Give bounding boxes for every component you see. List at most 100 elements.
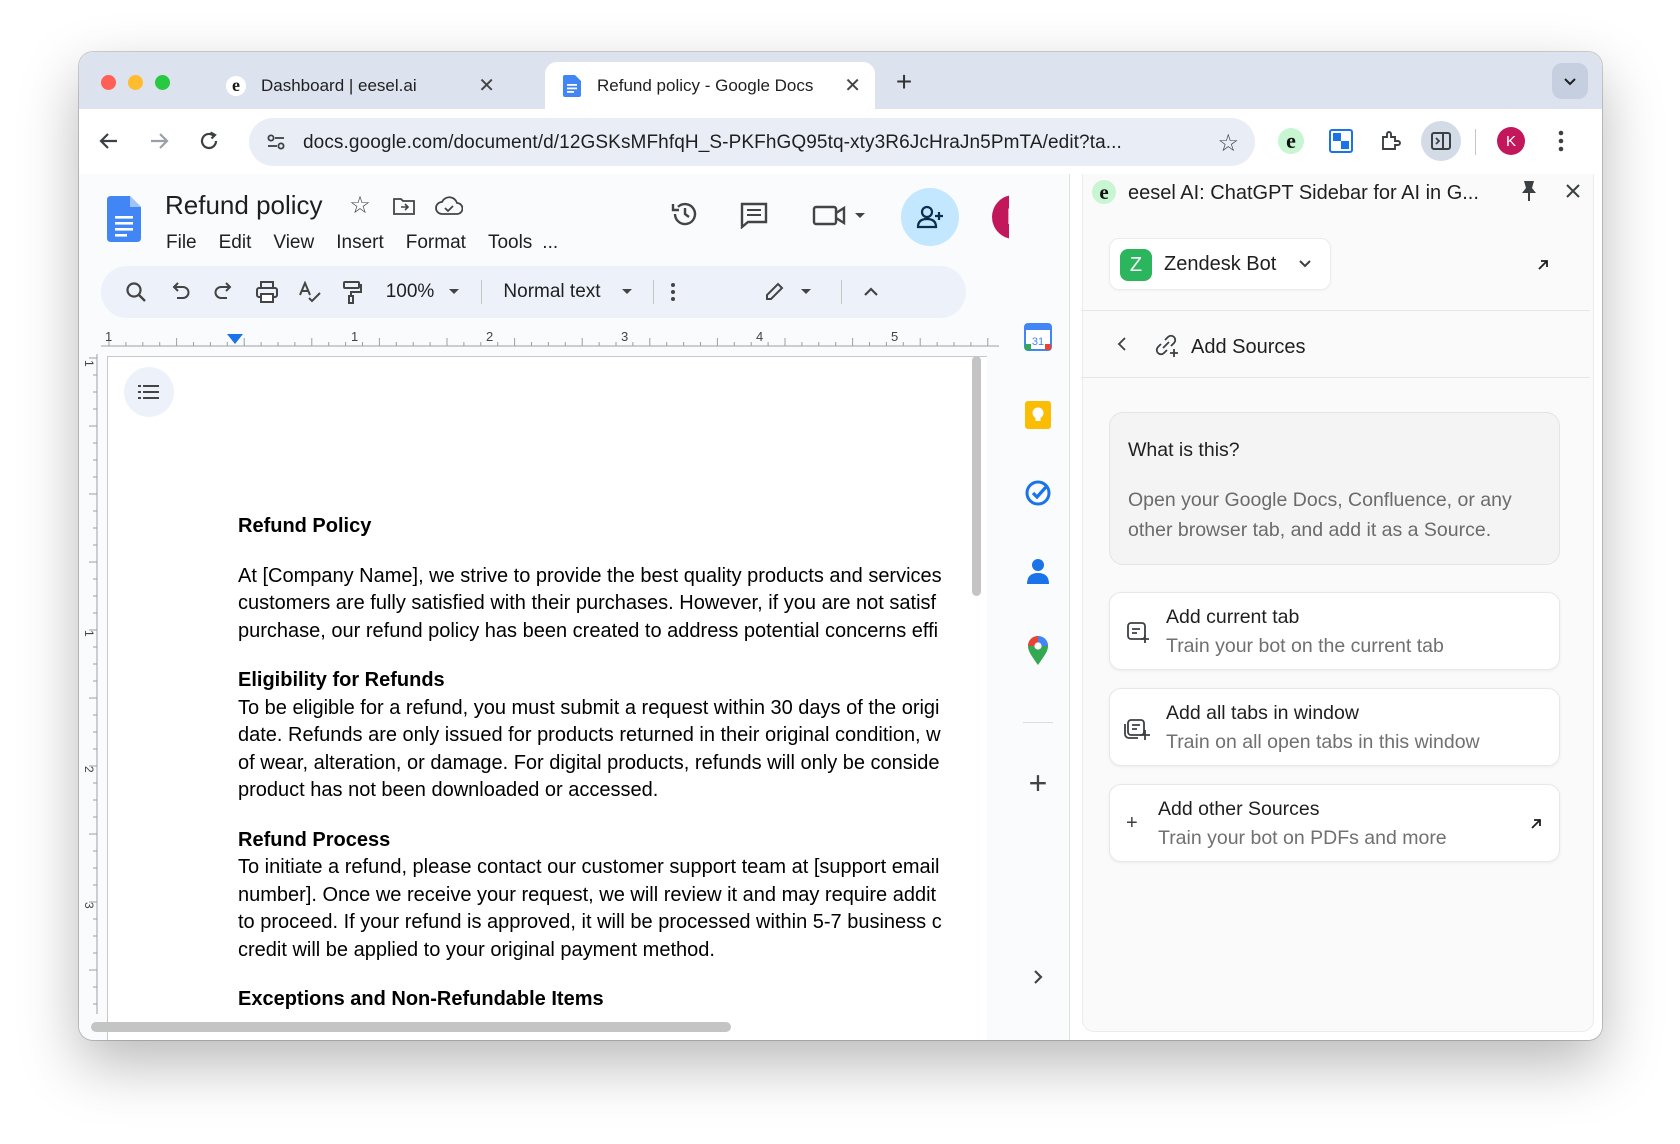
panel-divider [1081, 377, 1590, 378]
tab-refund-policy[interactable]: Refund policy - Google Docs ✕ [545, 62, 875, 109]
new-tab-button[interactable]: + [887, 66, 921, 100]
puzzle-extensions-icon[interactable] [1371, 121, 1411, 161]
menu-file[interactable]: File [166, 232, 197, 254]
document-body[interactable]: Refund Policy At [Company Name], we stri… [238, 513, 988, 1036]
eesel-extension-icon[interactable]: e [1271, 121, 1311, 161]
add-all-tabs-button[interactable]: Add all tabs in window Train on all open… [1109, 688, 1560, 766]
tab-strip: e Dashboard | eesel.ai ✕ Refund policy -… [79, 52, 1602, 109]
search-icon[interactable] [123, 279, 149, 305]
zoom-select[interactable]: 100% [379, 279, 467, 305]
doc-line: To initiate a refund, please contact our… [238, 856, 940, 878]
svg-text:e: e [1099, 180, 1108, 204]
tab-search-button[interactable] [1552, 63, 1588, 99]
dropdown-arrow-icon [449, 289, 460, 294]
toolbar-divider [653, 280, 654, 304]
close-side-panel-icon[interactable] [1564, 182, 1584, 202]
print-icon[interactable] [253, 279, 281, 305]
tab-add-icon [1126, 620, 1150, 644]
arrow-left-icon [99, 133, 117, 149]
side-panel-button[interactable] [1421, 121, 1461, 161]
site-info-icon[interactable] [265, 131, 287, 158]
meet-button[interactable] [811, 198, 873, 232]
ruler-label: 3 [621, 329, 628, 344]
get-add-ons-plus-icon[interactable]: + [1023, 765, 1053, 801]
back-chevron-icon[interactable] [1115, 336, 1135, 356]
add-other-sources-button[interactable]: + Add other Sources Train your bot on PD… [1109, 784, 1560, 862]
redo-icon[interactable] [211, 279, 237, 305]
docs-menu-bar: File Edit View Insert Format Tools ... [166, 232, 558, 254]
menu-edit[interactable]: Edit [219, 232, 252, 254]
bot-selector[interactable]: Z Zendesk Bot [1109, 238, 1331, 290]
menu-format[interactable]: Format [406, 232, 466, 254]
minimize-window-button[interactable] [128, 75, 143, 90]
screen-capture-extension-icon[interactable] [1321, 121, 1361, 161]
browser-window: e Dashboard | eesel.ai ✕ Refund policy -… [79, 52, 1602, 1040]
more-options-icon[interactable] [663, 279, 683, 305]
svg-text:e: e [232, 75, 240, 95]
menu-more[interactable]: ... [542, 232, 558, 254]
horizontal-scrollbar[interactable] [91, 1022, 731, 1032]
move-folder-icon[interactable] [391, 194, 417, 218]
star-icon[interactable]: ☆ [347, 192, 373, 219]
doc-line: product has not been downloaded or acces… [238, 779, 659, 801]
add-current-tab-button[interactable]: Add current tab Train your bot on the cu… [1109, 592, 1560, 670]
comments-icon[interactable] [737, 198, 771, 232]
collapse-menus-icon[interactable] [859, 279, 883, 305]
paragraph-style-select[interactable]: Normal text [493, 279, 643, 305]
chrome-menu-button[interactable] [1541, 121, 1581, 161]
google-tasks-icon[interactable] [1023, 478, 1053, 508]
maximize-window-button[interactable] [155, 75, 170, 90]
google-docs-logo-icon[interactable] [107, 196, 141, 242]
reload-button[interactable] [193, 125, 225, 157]
open-external-icon[interactable] [1536, 258, 1552, 274]
close-tab-icon[interactable]: ✕ [844, 73, 861, 98]
document-title[interactable]: Refund policy [165, 190, 323, 221]
back-button[interactable] [93, 125, 125, 157]
kebab-menu-icon [1558, 130, 1564, 152]
bookmark-star-icon[interactable]: ☆ [1217, 129, 1239, 158]
tab-dashboard[interactable]: e Dashboard | eesel.ai ✕ [209, 62, 509, 109]
doc-subheading: Eligibility for Refunds [238, 669, 445, 691]
cloud-saved-icon[interactable] [435, 194, 463, 218]
close-window-button[interactable] [101, 75, 116, 90]
undo-icon[interactable] [167, 279, 193, 305]
info-body-line: other browser tab, and add it as a Sourc… [1128, 519, 1492, 541]
spellcheck-icon[interactable] [297, 279, 323, 305]
indent-marker[interactable] [227, 334, 243, 344]
document-outline-button[interactable] [124, 367, 174, 417]
hide-side-panel-chevron-icon[interactable] [1023, 962, 1053, 992]
menu-insert[interactable]: Insert [336, 232, 384, 254]
paint-format-icon[interactable] [339, 279, 365, 305]
google-maps-icon[interactable] [1023, 636, 1053, 666]
share-button[interactable] [901, 188, 959, 246]
google-calendar-icon[interactable]: 31 [1023, 322, 1053, 352]
document-page[interactable]: Refund Policy At [Company Name], we stri… [107, 356, 987, 1040]
option-subtitle: Train on all open tabs in this window [1166, 731, 1480, 753]
ruler-label: 2 [82, 766, 96, 773]
video-camera-icon [812, 205, 865, 226]
menu-view[interactable]: View [273, 232, 314, 254]
toolbar-divider [481, 280, 482, 304]
forward-button[interactable] [143, 125, 175, 157]
ruler-label: 3 [82, 902, 96, 909]
vertical-scrollbar[interactable] [972, 356, 981, 596]
svg-text:31: 31 [1032, 336, 1044, 348]
close-tab-icon[interactable]: ✕ [478, 73, 495, 98]
info-box: What is this? Open your Google Docs, Con… [1109, 412, 1560, 565]
google-keep-icon[interactable] [1023, 400, 1053, 430]
editing-mode-select[interactable] [761, 279, 821, 305]
section-title: Add Sources [1191, 336, 1306, 358]
pin-icon[interactable] [1520, 180, 1542, 204]
zoom-value: 100% [385, 281, 435, 302]
profile-avatar[interactable]: K [1491, 121, 1531, 161]
add-person-icon [916, 205, 943, 229]
address-bar[interactable]: docs.google.com/document/d/12GSKsMFhfqH_… [249, 118, 1255, 166]
svg-text:e: e [1286, 128, 1296, 153]
menu-tools[interactable]: Tools [488, 232, 532, 254]
profile-initial: K [1505, 132, 1516, 150]
google-contacts-icon[interactable] [1023, 556, 1053, 586]
version-history-icon[interactable] [667, 196, 703, 232]
bot-name: Zendesk Bot [1164, 253, 1277, 275]
open-external-icon [1529, 817, 1543, 831]
eesel-logo-icon: e [1091, 179, 1117, 205]
